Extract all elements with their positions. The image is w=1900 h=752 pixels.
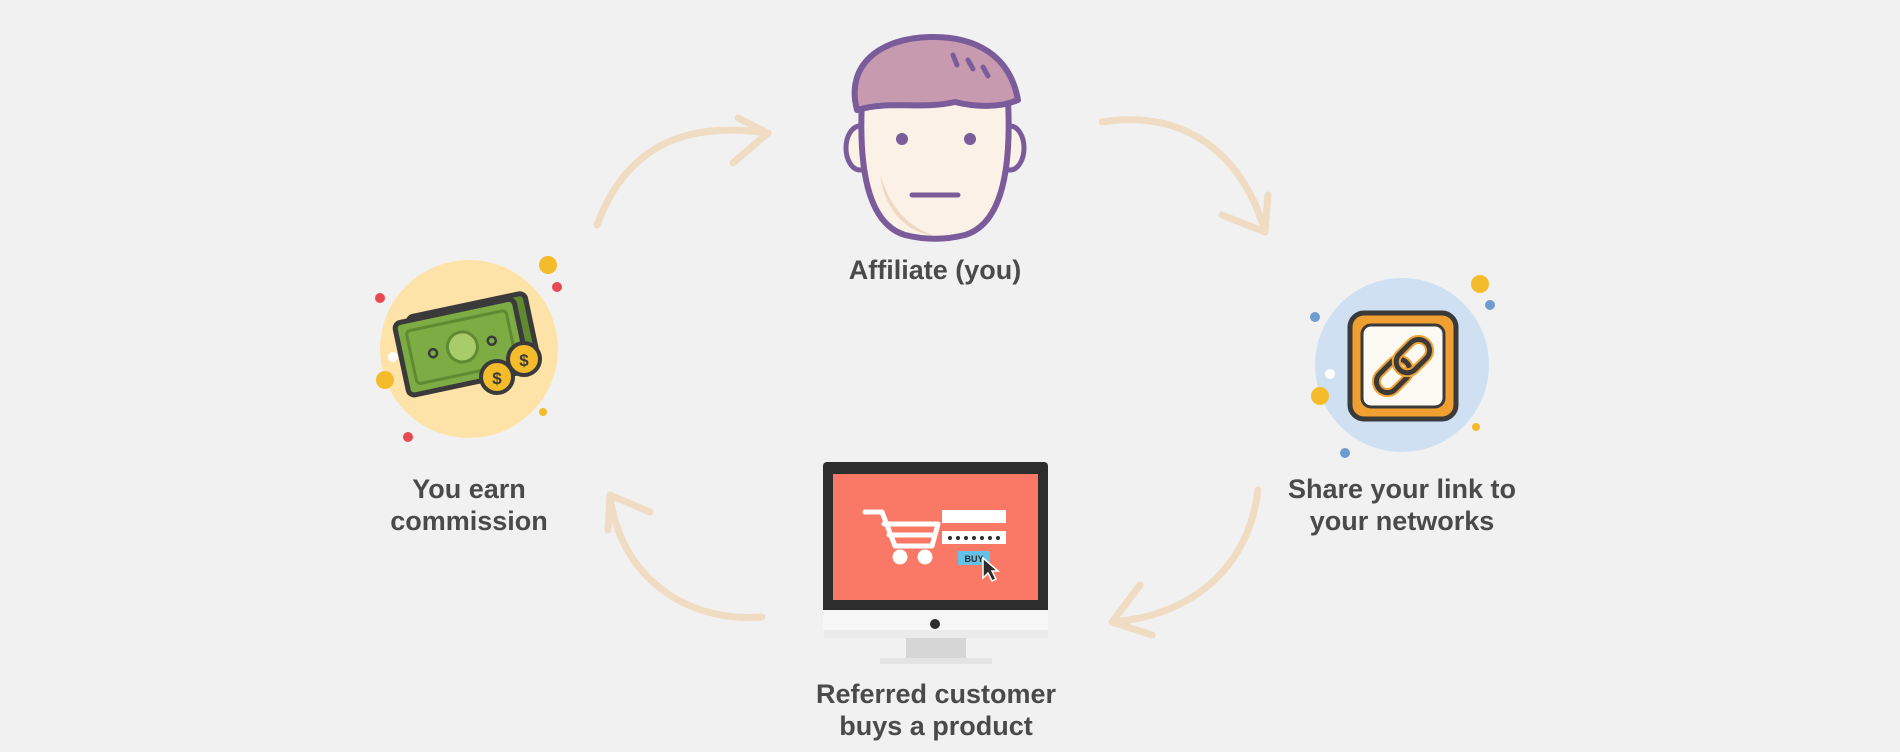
affiliate-face-icon [843,33,1027,242]
diagram-artwork: $ $ BUY [375,33,1495,664]
coin-symbol: $ [519,351,529,370]
arrow-affiliate-to-share [1098,116,1272,236]
node-label-affiliate: Affiliate (you) [835,254,1035,286]
money-bills-coins-icon: $ $ [375,256,562,442]
label-line: Referred customer [815,679,1057,709]
arrow-share-to-customer [1108,486,1262,639]
label-line: your networks [1309,506,1495,536]
chain-link-icon [1310,275,1495,458]
affiliate-cycle-diagram: $ $ BUY Affiliate (you) Share your link … [0,0,1900,752]
label-line: Share your link to [1287,474,1517,504]
coin-icon: $ [479,359,515,395]
monitor-shopping-cart-icon: BUY [823,462,1048,664]
node-label-commission: You earn commission [369,473,569,537]
node-label-customer: Referred customer buys a product [796,678,1076,742]
arrow-commission-to-affiliate [593,114,772,229]
node-label-share: Share your link to your networks [1272,473,1532,537]
label-line: You earn [412,474,526,504]
buy-button-text: BUY [964,554,983,564]
label-line: commission [390,506,548,536]
arrow-customer-to-commission [604,491,766,622]
label-line: buys a product [839,711,1033,741]
coin-symbol: $ [492,369,502,388]
label-line: Affiliate (you) [848,255,1022,285]
